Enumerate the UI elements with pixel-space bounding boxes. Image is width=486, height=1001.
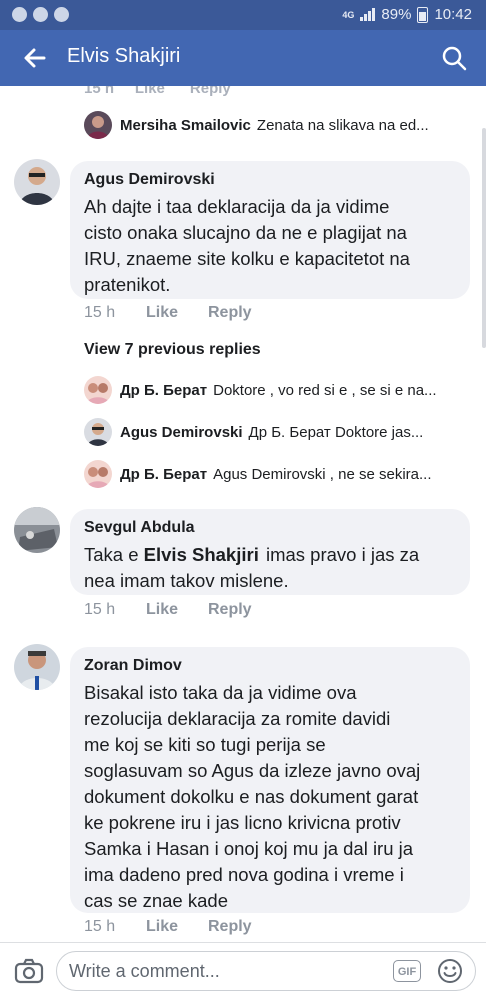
comment-input[interactable] <box>67 960 371 983</box>
notification-icons <box>12 7 69 22</box>
comment-text: Bisakal isto taka da ja vidime ova rezol… <box>84 680 456 914</box>
comment-line: Samka i Hasan i onoj koj mu ja dal iru j… <box>84 838 414 859</box>
avatar[interactable] <box>14 159 60 205</box>
messenger-icon <box>33 7 48 22</box>
sticker-icon[interactable] <box>437 958 463 984</box>
comment-line: me koj se kiti so tugi perija se <box>84 734 326 755</box>
reply-item[interactable]: Mersiha Smailovic Zenata na slikava na e… <box>120 112 429 138</box>
reply-author[interactable]: Mersiha Smailovic <box>120 117 251 134</box>
comment-bubble[interactable]: Sevgul Abdula Taka e Elvis Shakjiri imas… <box>70 509 470 595</box>
comment-line: rezolucija deklaracija za romite davidi <box>84 708 391 729</box>
clock: 10:42 <box>434 6 472 23</box>
comment-line: Taka e Elvis Shakjiri imas pravo i jas z… <box>84 542 456 568</box>
reply-text: Doktore , vo red si e , se si e na... <box>213 381 437 399</box>
like-button[interactable]: Like <box>146 601 208 619</box>
mention-tag[interactable]: Elvis Shakjiri <box>144 544 259 565</box>
search-icon[interactable] <box>440 44 468 72</box>
comment-line: cisto onaka slucajno da ne e plagijat na <box>84 222 407 243</box>
comment-line: ke pokrene iru i jas licno krivicna prot… <box>84 812 401 833</box>
reply-button[interactable]: Reply <box>208 918 252 936</box>
comment-line: cas se znae kade <box>84 890 228 911</box>
comment-text: Ah dajte i taa deklaracija da ja vidime … <box>84 194 456 298</box>
scrollbar[interactable] <box>482 128 486 348</box>
gif-button[interactable]: GIF <box>393 960 421 982</box>
reply-text: Др Б. Берат Doktore jas... <box>248 423 424 441</box>
comment-line: Ah dajte i taa deklaracija da ja vidime <box>84 196 390 217</box>
comment-bubble[interactable]: Agus Demirovski Ah dajte i taa deklaraci… <box>70 161 470 299</box>
avatar[interactable] <box>84 418 112 446</box>
comment-bubble[interactable]: Zoran Dimov Bisakal isto taka da ja vidi… <box>70 647 470 913</box>
reply-author[interactable]: Др Б. Берат <box>120 466 207 483</box>
comment-actions: 15 h Like Reply <box>84 601 252 619</box>
reply-text: Zenata na slikava na ed... <box>256 116 429 134</box>
comment-time: 15 h <box>84 918 116 935</box>
reply-button[interactable]: Reply <box>208 601 252 619</box>
camera-icon[interactable] <box>14 957 44 985</box>
comment-time: 15 h <box>84 601 116 618</box>
avatar[interactable] <box>14 644 60 690</box>
app-bar: Elvis Shakjiri <box>0 30 486 86</box>
reply-text: Agus Demirovski , ne se sekira... <box>213 465 432 483</box>
comment-input-box[interactable]: GIF <box>56 951 476 991</box>
cutoff-time: 15 h <box>84 86 115 97</box>
comment-line: soglasuvam so Agus da izleze javno ovaj <box>84 760 421 781</box>
cutoff-like[interactable]: Like <box>135 86 165 97</box>
reply-item[interactable]: Др Б. Берат Doktore , vo red si e , se s… <box>120 377 437 403</box>
comment-line: Bisakal isto taka da ja vidime ova <box>84 682 357 703</box>
comment-text-part: Taka e <box>84 544 139 565</box>
comment-line: dokument dokolku e nas dokument garat <box>84 786 419 807</box>
page-title: Elvis Shakjiri <box>67 45 181 67</box>
network-type: 4G <box>342 9 355 20</box>
avatar[interactable] <box>84 111 112 139</box>
comment-author[interactable]: Agus Demirovski <box>84 171 456 189</box>
avatar[interactable] <box>14 507 60 553</box>
comment-line: IRU, znaeme site kolku e kapacitetot na <box>84 248 410 269</box>
avatar[interactable] <box>84 376 112 404</box>
comment-line: pratenikot. <box>84 274 171 295</box>
view-previous-replies[interactable]: View 7 previous replies <box>84 341 261 359</box>
reply-item[interactable]: Agus Demirovski Др Б. Берат Doktore jas.… <box>120 419 423 445</box>
status-bar: 4G 89% 10:42 <box>0 0 486 30</box>
battery-percent: 89% <box>381 6 412 23</box>
cutoff-actions: 15 h Like Reply <box>84 86 231 97</box>
chrome-icon <box>12 7 27 22</box>
comment-text-part: imas pravo i jas za <box>265 544 420 565</box>
battery-icon <box>417 6 429 23</box>
comment-composer: GIF <box>0 942 486 1001</box>
comment-time: 15 h <box>84 304 116 321</box>
comment-author[interactable]: Zoran Dimov <box>84 657 456 675</box>
like-button[interactable]: Like <box>146 918 208 936</box>
comment-text: Taka e Elvis Shakjiri imas pravo i jas z… <box>84 542 456 594</box>
avatar[interactable] <box>84 460 112 488</box>
comment-line: nea imam takov mislene. <box>84 570 289 591</box>
comment-line: ima dadeno pred nova godina i vreme i <box>84 864 404 885</box>
signal-icon <box>360 8 376 21</box>
whatsapp-icon <box>54 7 69 22</box>
back-arrow-icon[interactable] <box>20 43 50 73</box>
like-button[interactable]: Like <box>146 304 208 322</box>
reply-item[interactable]: Др Б. Берат Agus Demirovski , ne se seki… <box>120 461 432 487</box>
reply-button[interactable]: Reply <box>208 304 252 322</box>
cutoff-reply[interactable]: Reply <box>190 86 231 97</box>
comments-feed[interactable]: 15 h Like Reply Mersiha Smailovic Zenata… <box>0 86 486 942</box>
reply-author[interactable]: Др Б. Берат <box>120 382 207 399</box>
comment-author[interactable]: Sevgul Abdula <box>84 519 456 537</box>
comment-actions: 15 h Like Reply <box>84 918 252 936</box>
comment-actions: 15 h Like Reply <box>84 304 252 322</box>
reply-author[interactable]: Agus Demirovski <box>120 424 243 441</box>
